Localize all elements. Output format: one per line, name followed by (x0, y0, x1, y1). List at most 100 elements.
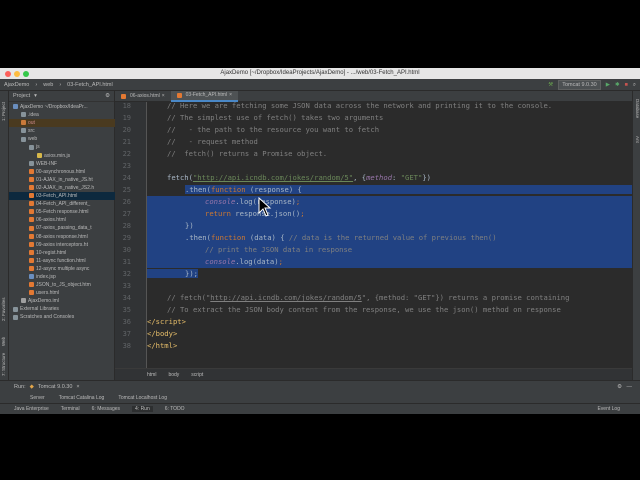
tree-item-label: .idea (28, 112, 39, 119)
tree-item[interactable]: 07-axios_passing_data_t (9, 224, 115, 232)
tree-item-label: 11-async function.html (36, 257, 86, 264)
hammer-icon[interactable]: ⚒ (548, 82, 553, 88)
tree-item[interactable]: 06-axios.html (9, 216, 115, 224)
tree-item[interactable]: js (9, 143, 115, 151)
tool-structure[interactable]: 7: Structure (1, 353, 6, 376)
run-tool-header: Run: ◆ Tomcat 9.0.30 × ⚙ — (0, 380, 640, 392)
tool-todo[interactable]: 6: TODO (165, 406, 185, 412)
folder-icon (21, 128, 26, 134)
tree-item[interactable]: axios.min.js (9, 152, 115, 160)
tree-item[interactable]: 02-AJAX_in_native_JS2.h (9, 184, 115, 192)
tree-item-label: 03-Fetch_API.html (36, 193, 78, 200)
close-icon[interactable]: × (162, 91, 165, 102)
tree-item-label: AjaxDemo ~/Dropbox/IdeaPr... (20, 104, 88, 110)
search-icon[interactable]: ⌕ (633, 82, 636, 89)
tree-item[interactable]: 09-axios interceptors.ht (9, 241, 115, 249)
code-line-31: console.log(data); (147, 256, 632, 268)
tab-localhost-log[interactable]: Tomcat Localhost Log (118, 395, 167, 401)
code-line-24: fetch("http://api.icndb.com/jokes/random… (167, 173, 431, 182)
tool-web[interactable]: Web (1, 337, 6, 346)
tree-item-label: 04-Fetch_API_different_ (36, 201, 91, 208)
event-log-button[interactable]: Event Log (597, 406, 620, 412)
minimize-window-button[interactable] (14, 71, 20, 77)
tab-catalina-log[interactable]: Tomcat Catalina Log (59, 395, 105, 401)
tree-item[interactable]: 05-Fetch response.html (9, 208, 115, 216)
project-panel: Project ▾ ⚙ AjaxDemo ~/Dropbox/IdeaPr...… (9, 91, 115, 380)
line-number: 29 (122, 234, 131, 242)
close-icon[interactable]: × (229, 90, 232, 101)
tool-favorites[interactable]: 2: Favorites (1, 297, 6, 321)
nav-crumb-project[interactable]: AjaxDemo (4, 82, 29, 88)
code-editor[interactable]: 18 19 20 21 22 23 24 25 26 27 28 29 30 31 32 33 34 35 36 37… (115, 102, 632, 368)
tree-item[interactable]: 04-Fetch_API_different_ (9, 200, 115, 208)
tree-item[interactable]: 00-asynchronous.html (9, 168, 115, 176)
tab-03-fetch-api[interactable]: 03-Fetch_API.html × (170, 90, 238, 102)
stop-icon[interactable]: ■ (625, 82, 628, 88)
run-config-tab[interactable]: Tomcat 9.0.30 (38, 384, 73, 390)
breadcrumb-body[interactable]: body (168, 372, 179, 378)
code-line-27: return response.json(); (147, 208, 632, 220)
tree-item[interactable]: 10-regist.html (9, 249, 115, 257)
close-icon[interactable]: × (76, 384, 79, 390)
tool-ant[interactable]: Ant (635, 136, 640, 143)
file-icon (13, 306, 18, 312)
tool-java-enterprise[interactable]: Java Enterprise (14, 406, 49, 412)
tab-06-axios[interactable]: 06-axios.html × (115, 91, 171, 102)
tool-run[interactable]: 4: Run (132, 406, 153, 412)
hide-icon[interactable]: — (627, 384, 633, 390)
mouse-cursor-icon (258, 197, 272, 217)
breadcrumb-html[interactable]: html (147, 372, 156, 378)
folder-icon (21, 112, 26, 118)
tree-item[interactable]: users.html (9, 289, 115, 297)
tree-item[interactable]: 01-AJAX_in_native_JS.ht (9, 176, 115, 184)
file-icon (13, 314, 18, 320)
code-line-25: .then(function (response) { (115, 184, 632, 196)
breadcrumb-script[interactable]: script (191, 372, 203, 378)
tool-project[interactable]: 1: Project (1, 102, 6, 121)
tree-item[interactable]: External Libraries (9, 305, 115, 313)
code-line-30: // print the JSON data in response (147, 244, 632, 256)
toolbar-actions: ⚒ Tomcat 9.0.30 ▶ ✱ ■ ⌕ (548, 79, 640, 91)
tree-item[interactable]: 11-async function.html (9, 257, 115, 265)
file-icon (29, 209, 34, 215)
tool-messages[interactable]: 6: Messages (92, 406, 120, 412)
code-line-32: }); (147, 268, 632, 280)
tree-item[interactable]: web (9, 135, 115, 143)
chevron-down-icon[interactable]: ▾ (34, 93, 37, 99)
tree-item[interactable]: JSON_to_JS_object.htm (9, 281, 115, 289)
tree-item[interactable]: index.jsp (9, 273, 115, 281)
tree-item[interactable]: .idea (9, 111, 115, 119)
debug-icon[interactable]: ✱ (615, 82, 620, 88)
tool-database[interactable]: Database (635, 99, 640, 118)
tree-item-label: index.jsp (36, 273, 56, 280)
run-icon[interactable]: ▶ (606, 82, 610, 88)
tree-item[interactable]: AjaxDemo.iml (9, 297, 115, 305)
run-config-select[interactable]: Tomcat 9.0.30 (558, 80, 601, 90)
project-view-select[interactable]: Project (13, 93, 30, 99)
tree-item[interactable]: src (9, 127, 115, 135)
tree-item[interactable]: 12-async multiple async (9, 265, 115, 273)
nav-crumb-file[interactable]: 03-Fetch_API.html (67, 82, 113, 88)
file-icon (29, 233, 34, 239)
tree-item-label: 01-AJAX_in_native_JS.ht (36, 176, 93, 183)
nav-crumb-web[interactable]: web (43, 82, 53, 88)
tab-server[interactable]: Server (30, 395, 45, 401)
tool-terminal[interactable]: Terminal (61, 406, 80, 412)
tree-item[interactable]: WEB-INF (9, 160, 115, 168)
close-window-button[interactable] (5, 71, 11, 77)
maximize-window-button[interactable] (23, 71, 29, 77)
tree-item[interactable]: Scratches and Consoles (9, 313, 115, 321)
tree-item[interactable]: AjaxDemo ~/Dropbox/IdeaPr... (9, 103, 115, 111)
tree-item-label: 00-asynchronous.html (36, 168, 86, 175)
file-icon (29, 225, 34, 231)
gear-icon[interactable]: ⚙ (617, 384, 622, 390)
tree-item[interactable]: 03-Fetch_API.html (9, 192, 115, 201)
run-label: Run: (14, 383, 26, 390)
tree-item[interactable]: 08-axios response.html (9, 233, 115, 241)
file-icon (37, 152, 42, 158)
tree-item[interactable]: out (9, 119, 115, 128)
gear-icon[interactable]: ⚙ (105, 93, 110, 99)
line-number: 27 (122, 210, 131, 218)
code-line-19: // The simplest use of fetch() takes two… (167, 113, 384, 122)
